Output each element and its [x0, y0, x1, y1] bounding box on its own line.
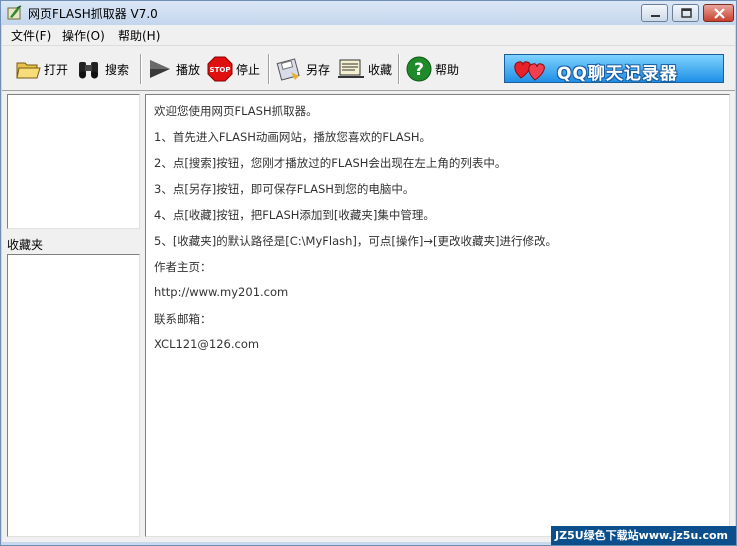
info-line-step3: 3、点[另存]按钮，即可保存FLASH到您的电脑中。 — [154, 182, 415, 196]
app-window: 网页FLASH抓取器 V7.0 文件(F) 操作(O) 帮助(H) 打开 搜索 … — [0, 0, 737, 546]
stop-sign-icon: STOP — [207, 56, 233, 82]
contact-email-label: 联系邮箱： — [154, 312, 212, 326]
title-bar[interactable]: 网页FLASH抓取器 V7.0 — [1, 1, 736, 25]
search-label: 搜索 — [105, 62, 130, 77]
author-homepage-link[interactable]: http://www.my201.com — [154, 285, 288, 299]
banner-text: QQ聊天记录器 — [557, 64, 678, 84]
window-title: 网页FLASH抓取器 V7.0 — [28, 7, 158, 21]
site-watermark: JZ5U绿色下载站www.jz5u.com — [551, 526, 736, 545]
info-line-step2: 2、点[搜索]按钮，您刚才播放过的FLASH会出现在左上角的列表中。 — [154, 156, 507, 170]
author-homepage-label: 作者主页： — [154, 260, 212, 274]
menu-file[interactable]: 文件(F) — [8, 27, 54, 44]
help-question-icon: ? — [406, 56, 432, 82]
content-area: 收藏夹 欢迎您使用网页FLASH抓取器。 1、首先进入FLASH动画网站，播放您… — [2, 91, 735, 542]
maximize-button[interactable] — [672, 4, 699, 22]
favorite-button[interactable]: 收藏 — [337, 54, 392, 84]
open-label: 打开 — [44, 62, 69, 77]
close-button[interactable] — [703, 4, 734, 22]
help-label: 帮助 — [435, 62, 460, 77]
open-button[interactable]: 打开 — [15, 54, 68, 84]
favorites-tree[interactable] — [7, 254, 140, 537]
menu-operation[interactable]: 操作(O) — [59, 27, 108, 44]
info-line-step5: 5、[收藏夹]的默认路径是[C:\MyFlash]，可点[操作]→[更改收藏夹]… — [154, 234, 557, 248]
toolbar-separator — [268, 54, 270, 84]
stop-button[interactable]: STOP 停止 — [207, 54, 260, 84]
svg-text:?: ? — [414, 60, 424, 80]
stop-sign-text: STOP — [210, 66, 231, 74]
contact-email-value: XCL121@126.com — [154, 337, 260, 351]
menu-bar: 文件(F) 操作(O) 帮助(H) — [2, 25, 735, 45]
favorite-label: 收藏 — [368, 62, 393, 77]
info-line-step1: 1、首先进入FLASH动画网站，播放您喜欢的FLASH。 — [154, 130, 432, 144]
play-icon — [150, 60, 170, 78]
save-disk-icon — [276, 58, 300, 81]
favorite-folder-icon — [338, 59, 364, 78]
toolbar-separator — [398, 54, 400, 84]
app-icon — [7, 5, 22, 20]
info-line-welcome: 欢迎您使用网页FLASH抓取器。 — [154, 104, 318, 118]
qq-chat-recorder-banner[interactable]: QQ聊天记录器 — [504, 54, 724, 84]
info-panel[interactable]: 欢迎您使用网页FLASH抓取器。 1、首先进入FLASH动画网站，播放您喜欢的F… — [145, 94, 730, 537]
favorites-label: 收藏夹 — [7, 238, 44, 252]
maximize-icon — [681, 8, 692, 18]
info-line-step4: 4、点[收藏]按钮，把FLASH添加到[收藏夹]集中管理。 — [154, 208, 435, 222]
binoculars-icon — [79, 62, 98, 79]
toolbar-separator — [140, 54, 142, 84]
minimize-button[interactable] — [641, 4, 668, 22]
search-button[interactable]: 搜索 — [76, 54, 129, 84]
toolbar: 打开 搜索 播放 STOP 停止 另存 收藏 ? 帮助 QQ聊天记录器 — [2, 45, 735, 91]
help-button[interactable]: ? 帮助 — [406, 54, 459, 84]
save-as-button[interactable]: 另存 — [275, 54, 330, 84]
play-button[interactable]: 播放 — [147, 54, 200, 84]
stop-label: 停止 — [236, 62, 261, 77]
save-as-label: 另存 — [306, 62, 331, 77]
minimize-icon — [651, 15, 660, 17]
close-icon — [714, 8, 725, 19]
flash-list[interactable] — [7, 94, 140, 229]
hearts-icon — [514, 61, 545, 81]
folder-open-icon — [16, 62, 41, 79]
menu-help[interactable]: 帮助(H) — [115, 27, 163, 44]
play-label: 播放 — [176, 62, 201, 77]
